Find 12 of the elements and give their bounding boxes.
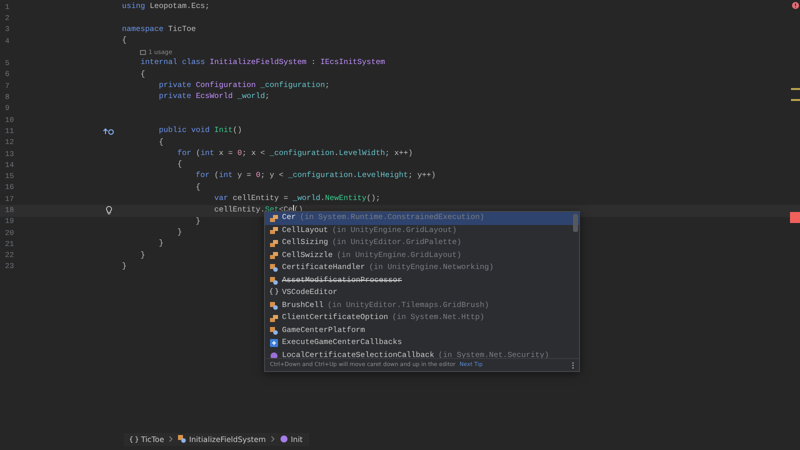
chevron-icon bbox=[169, 436, 174, 442]
chevron-icon bbox=[270, 436, 275, 442]
method-icon bbox=[280, 435, 288, 443]
lightbulb-icon[interactable] bbox=[106, 206, 112, 216]
error-icon[interactable] bbox=[792, 2, 799, 9]
event-icon bbox=[270, 339, 278, 348]
scrollbar-thumb[interactable] bbox=[573, 214, 578, 232]
struct-icon bbox=[270, 314, 278, 322]
implements-gutter-icon[interactable] bbox=[103, 128, 114, 136]
usage-icon bbox=[140, 50, 146, 56]
braces-icon bbox=[130, 436, 138, 442]
delegate-icon bbox=[270, 352, 278, 358]
